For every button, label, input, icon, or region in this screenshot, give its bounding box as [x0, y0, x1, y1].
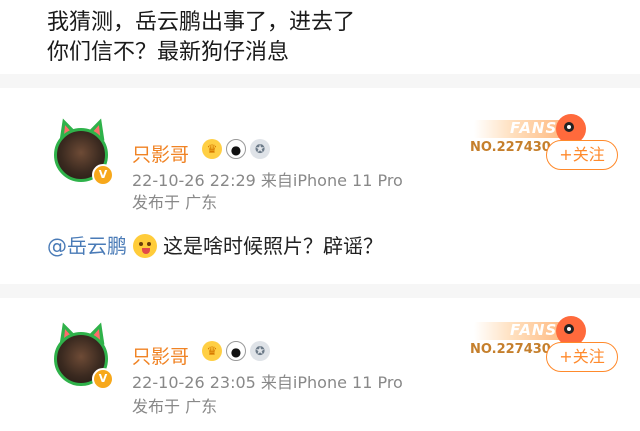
source-device: 来自iPhone 11 Pro — [260, 373, 403, 392]
username[interactable]: 只影哥 — [132, 140, 189, 167]
panda-badge-icon: ● — [226, 341, 246, 361]
post-location: 发布于 广东 — [132, 193, 218, 212]
comment-meta: 22-10-26 23:05 来自iPhone 11 Pro — [132, 372, 403, 394]
follow-button[interactable]: +关注 — [546, 140, 618, 170]
username[interactable]: 只影哥 — [132, 342, 189, 369]
avatar[interactable]: V — [52, 115, 118, 186]
comment-body: 这是啥时候照片？辟谣？ — [163, 234, 383, 258]
user-badges: ♛ ● ✪ — [202, 341, 270, 361]
source-device: 来自iPhone 11 Pro — [260, 171, 403, 190]
fans-label: FANS — [510, 321, 558, 339]
comment-text: @岳云鹏 这是啥时候照片？辟谣？ — [47, 232, 383, 260]
panda-badge-icon: ● — [226, 139, 246, 159]
verified-v-icon: V — [92, 368, 114, 390]
follow-button[interactable]: +关注 — [546, 342, 618, 372]
medal-badge-icon: ✪ — [250, 341, 270, 361]
user-badges: ♛ ● ✪ — [202, 139, 270, 159]
fans-label: FANS — [510, 119, 558, 137]
timestamp: 22-10-26 23:05 — [132, 373, 256, 392]
medal-badge-icon: ✪ — [250, 139, 270, 159]
section-divider — [0, 74, 640, 88]
verified-v-icon: V — [92, 164, 114, 186]
post-text: 我猜测，岳云鹏出事了，进去了 你们信不？最新狗仔消息 — [47, 8, 467, 68]
section-divider — [0, 284, 640, 298]
crown-badge-icon: ♛ — [202, 341, 222, 361]
post-location: 发布于 广东 — [132, 397, 218, 416]
crown-badge-icon: ♛ — [202, 139, 222, 159]
mention-link[interactable]: @岳云鹏 — [47, 232, 127, 260]
timestamp: 22-10-26 22:29 — [132, 171, 256, 190]
smirk-emoji-icon — [133, 234, 157, 258]
post-text-line-2: 你们信不？最新狗仔消息 — [47, 40, 290, 65]
post-text-line-1: 我猜测，岳云鹏出事了，进去了 — [47, 10, 356, 35]
comment-meta: 22-10-26 22:29 来自iPhone 11 Pro — [132, 170, 403, 192]
avatar[interactable]: V — [52, 319, 118, 390]
